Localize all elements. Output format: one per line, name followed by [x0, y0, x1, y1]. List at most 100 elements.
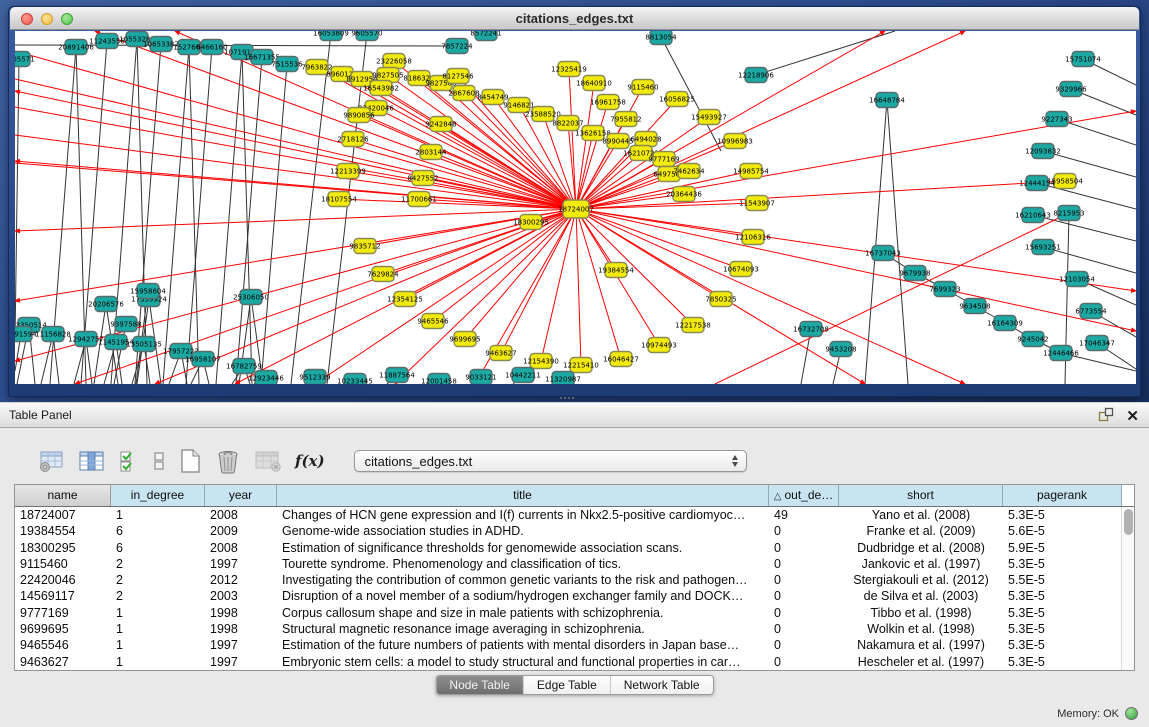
table-row[interactable]: 946362711997Embryonic stem cells: a mode… — [15, 654, 1121, 670]
network-edge[interactable] — [887, 100, 908, 384]
network-edge[interactable] — [576, 209, 1136, 331]
network-node[interactable]: 8990445 — [602, 134, 633, 149]
network-node[interactable]: 9463627 — [485, 346, 516, 361]
table-selector-dropdown[interactable]: citations_edges.txt — [354, 450, 747, 472]
network-node[interactable]: 9245042 — [1017, 332, 1048, 347]
network-edge[interactable] — [15, 59, 19, 341]
network-edge[interactable] — [163, 47, 189, 384]
network-node[interactable]: 8215953 — [1053, 206, 1084, 221]
network-node[interactable]: 16164309 — [987, 316, 1023, 331]
tab-node-table[interactable]: Node Table — [436, 676, 524, 694]
network-node[interactable]: 10442211 — [505, 368, 541, 383]
network-node[interactable]: 9605570 — [351, 31, 382, 41]
network-node[interactable]: 7955812 — [610, 112, 641, 127]
network-node[interactable]: 12218906 — [738, 68, 774, 83]
column-header-year[interactable]: year — [205, 485, 277, 506]
network-node[interactable]: 2867608 — [448, 86, 479, 101]
network-node[interactable]: 25306050 — [233, 290, 269, 305]
network-node[interactable]: 6466160 — [196, 40, 227, 55]
memory-ok-indicator[interactable] — [1125, 707, 1138, 720]
network-node[interactable]: 9227343 — [1041, 112, 1072, 127]
network-edge[interactable] — [569, 69, 576, 209]
network-node[interactable]: 8572241 — [470, 31, 501, 41]
network-node[interactable]: 7857224 — [441, 39, 473, 54]
table-row[interactable]: 969969511998Structural magnetic resonanc… — [15, 621, 1121, 637]
network-node[interactable]: 8813054 — [645, 31, 677, 45]
delete-attributes-icon[interactable] — [215, 448, 241, 474]
network-node[interactable]: 18640910 — [576, 76, 612, 91]
vertical-scrollbar[interactable] — [1121, 507, 1134, 670]
network-edge[interactable] — [242, 52, 252, 384]
network-node[interactable]: 10233445 — [337, 374, 373, 385]
network-node[interactable]: 9453208 — [825, 342, 856, 357]
network-node[interactable]: 23226058 — [376, 54, 412, 69]
network-node[interactable]: 7699323 — [929, 282, 960, 297]
network-node[interactable]: 2803144 — [415, 145, 447, 160]
network-node[interactable]: 7629824 — [367, 267, 399, 282]
network-node[interactable]: 9033121 — [465, 370, 496, 385]
network-edge[interactable] — [865, 100, 887, 384]
network-node[interactable]: 9115460 — [627, 80, 658, 95]
network-edge[interactable] — [576, 181, 1065, 209]
network-edge[interactable] — [576, 133, 593, 209]
network-node[interactable]: 12154390 — [523, 354, 559, 369]
tab-edge-table[interactable]: Edge Table — [524, 676, 611, 694]
minimize-window-button[interactable] — [41, 13, 53, 25]
column-header-out_degree[interactable]: △out_de… — [769, 485, 839, 506]
column-header-in_degree[interactable]: in_degree — [111, 485, 205, 506]
table-row[interactable]: 977716911998Corpus callosum shape and si… — [15, 605, 1121, 621]
network-node[interactable]: 19384554 — [598, 263, 634, 278]
network-node[interactable]: 7462634 — [673, 164, 705, 179]
network-edge[interactable] — [216, 52, 242, 384]
network-node[interactable]: 9835712 — [349, 239, 380, 254]
network-node[interactable]: 8127546 — [442, 69, 474, 84]
network-edge[interactable] — [15, 209, 576, 231]
network-node[interactable]: 9405571 — [15, 52, 35, 67]
network-node[interactable]: 8427552 — [407, 171, 438, 186]
network-node[interactable]: 20206576 — [88, 297, 124, 312]
row-height-icon[interactable] — [153, 450, 165, 472]
select-columns-icon[interactable] — [118, 450, 140, 472]
column-header-short[interactable]: short — [839, 485, 1003, 506]
network-node[interactable]: 10674093 — [723, 262, 759, 277]
network-node[interactable]: 16737043 — [865, 246, 901, 261]
table-row[interactable]: 2242004622012Investigating the contribut… — [15, 572, 1121, 588]
network-edge[interactable] — [186, 47, 212, 384]
show-columns-icon[interactable] — [78, 450, 105, 472]
network-edge[interactable] — [95, 31, 576, 209]
network-node[interactable]: 12354125 — [387, 292, 423, 307]
network-node[interactable]: 12217538 — [675, 318, 711, 333]
network-node[interactable]: 17046347 — [1079, 336, 1115, 351]
network-node[interactable]: 12325419 — [551, 62, 587, 77]
network-window[interactable]: citations_edges.txt 79638228960128891295… — [8, 6, 1141, 397]
table-row[interactable]: 911546021997Tourette syndrome. Phenomeno… — [15, 556, 1121, 572]
network-node[interactable]: 2718126 — [337, 132, 369, 147]
network-node[interactable]: 9699695 — [449, 332, 480, 347]
column-header-title[interactable]: title — [277, 485, 769, 506]
network-node[interactable]: 9397588 — [110, 317, 141, 332]
network-edge[interactable] — [801, 329, 811, 384]
network-node[interactable]: 9512339 — [299, 370, 330, 385]
network-node[interactable]: 16648784 — [869, 93, 905, 108]
network-node[interactable]: 9242848 — [425, 117, 456, 132]
network-node[interactable]: 12001458 — [421, 374, 457, 385]
table-row[interactable]: 1938455462009Genome-wide association stu… — [15, 523, 1121, 539]
network-node[interactable]: 16961758 — [590, 95, 626, 110]
table-row[interactable]: 1872400712008Changes of HCN gene express… — [15, 507, 1121, 523]
network-node[interactable]: 11700661 — [401, 192, 437, 207]
network-node[interactable]: 18724007 — [558, 200, 594, 218]
network-edge[interactable] — [576, 141, 618, 209]
table-row[interactable]: 1830029562008Estimation of significance … — [15, 540, 1121, 556]
network-edge[interactable] — [15, 163, 576, 209]
network-edge[interactable] — [576, 209, 581, 365]
network-node[interactable]: 15751074 — [1065, 52, 1101, 67]
network-node[interactable]: 10974493 — [641, 338, 677, 353]
network-node[interactable]: 9465546 — [417, 314, 449, 329]
network-node[interactable]: 18300295 — [513, 215, 549, 230]
tab-network-table[interactable]: Network Table — [611, 676, 713, 694]
network-node[interactable]: 15693251 — [1025, 240, 1061, 255]
network-node[interactable]: 12093832 — [1025, 144, 1061, 159]
new-table-icon[interactable] — [178, 448, 202, 474]
network-node[interactable]: 12215410 — [563, 358, 599, 373]
network-node[interactable]: 9890856 — [343, 108, 375, 123]
